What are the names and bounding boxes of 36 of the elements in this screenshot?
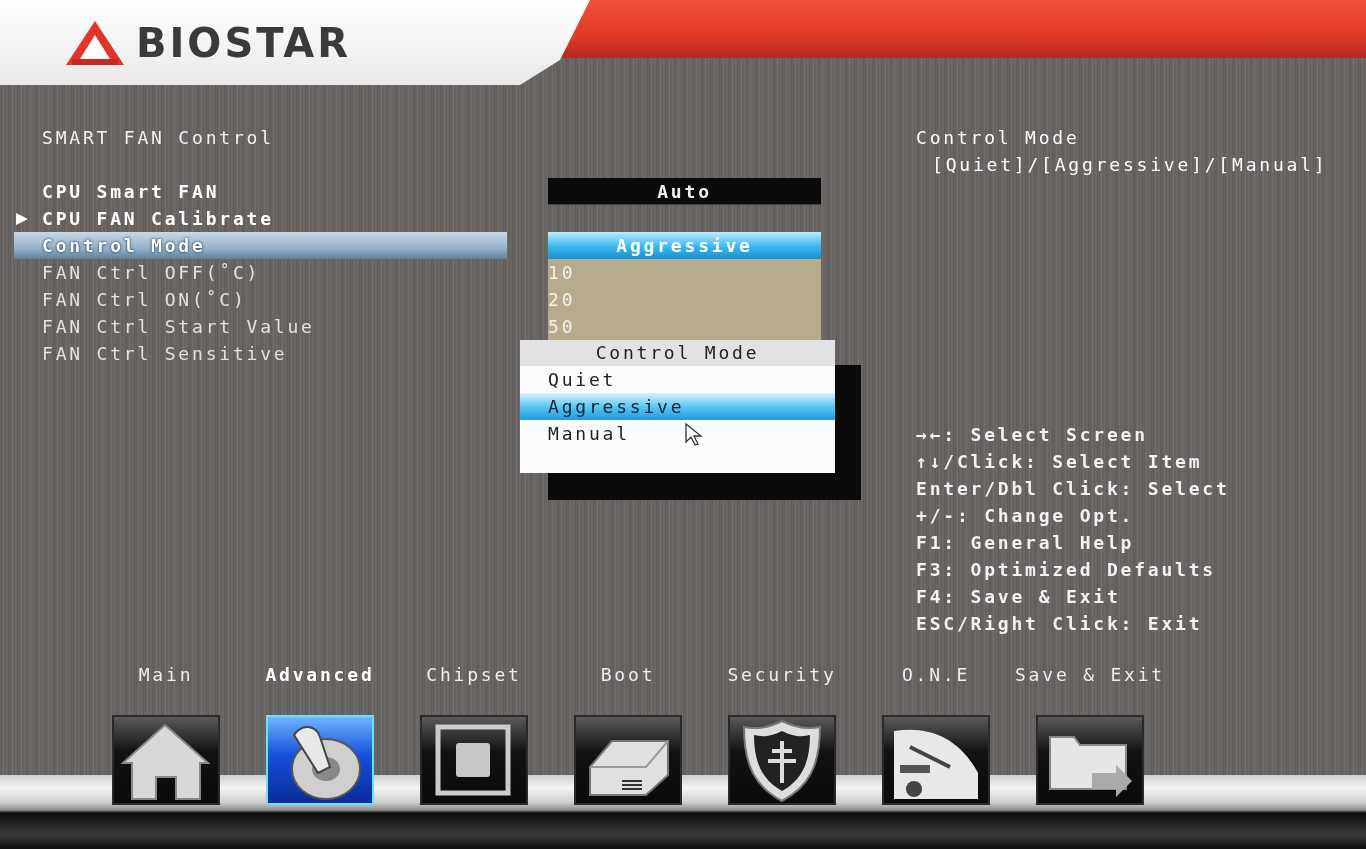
nav-tab[interactable]: Chipset bbox=[397, 660, 551, 805]
nav-tab[interactable]: Main bbox=[89, 660, 243, 805]
setting-value[interactable]: Auto bbox=[548, 178, 821, 205]
popup-option[interactable]: Aggressive bbox=[520, 393, 835, 420]
setting-value: 10 bbox=[548, 259, 821, 286]
key-hint: →←: Select Screen bbox=[916, 423, 1149, 447]
submenu-link[interactable]: CPU FAN Calibrate bbox=[42, 205, 274, 232]
key-hint: F3: Optimized Defaults bbox=[916, 558, 1217, 582]
setting-label: FAN Ctrl Start Value bbox=[42, 315, 315, 339]
popup-option[interactable]: Manual bbox=[520, 420, 835, 447]
help-title: Control Mode bbox=[916, 126, 1081, 150]
setting-label: Control Mode bbox=[42, 234, 206, 258]
setting-label: FAN Ctrl OFF(˚C) bbox=[42, 261, 261, 285]
setting-label: FAN Ctrl Sensitive bbox=[42, 342, 288, 366]
nav-tab[interactable]: Save & Exit bbox=[1013, 660, 1167, 805]
nav-tab[interactable]: Security bbox=[705, 660, 859, 805]
help-text: [Quiet]/[Aggressive]/[Manual] bbox=[931, 153, 1328, 177]
mouse-pointer-icon bbox=[684, 423, 704, 447]
key-hint: ↑↓/Click: Select Item bbox=[916, 450, 1204, 474]
key-hint: +/-: Change Opt. bbox=[916, 504, 1136, 528]
key-hint: ESC/Right Click: Exit bbox=[916, 612, 1204, 636]
popup-title: Control Mode bbox=[520, 340, 835, 366]
key-hint: F4: Save & Exit bbox=[916, 585, 1122, 609]
key-hint: F1: General Help bbox=[916, 531, 1136, 555]
submenu-arrow-icon bbox=[15, 212, 29, 226]
nav-tab[interactable]: O.N.E bbox=[859, 660, 1013, 805]
section-title: SMART FAN Control bbox=[42, 126, 274, 150]
setting-value: 50 bbox=[548, 313, 821, 340]
setting-label: CPU Smart FAN bbox=[42, 180, 220, 204]
brand-logo-text: BIOSTAR bbox=[136, 18, 352, 68]
nav-tab[interactable]: Boot bbox=[551, 660, 705, 805]
popup-option[interactable]: Quiet bbox=[520, 366, 835, 393]
key-hint: Enter/Dbl Click: Select bbox=[916, 477, 1231, 501]
setting-label: FAN Ctrl ON(˚C) bbox=[42, 288, 247, 312]
nav-tab[interactable]: Advanced bbox=[243, 660, 397, 805]
setting-value: 20 bbox=[548, 286, 821, 313]
